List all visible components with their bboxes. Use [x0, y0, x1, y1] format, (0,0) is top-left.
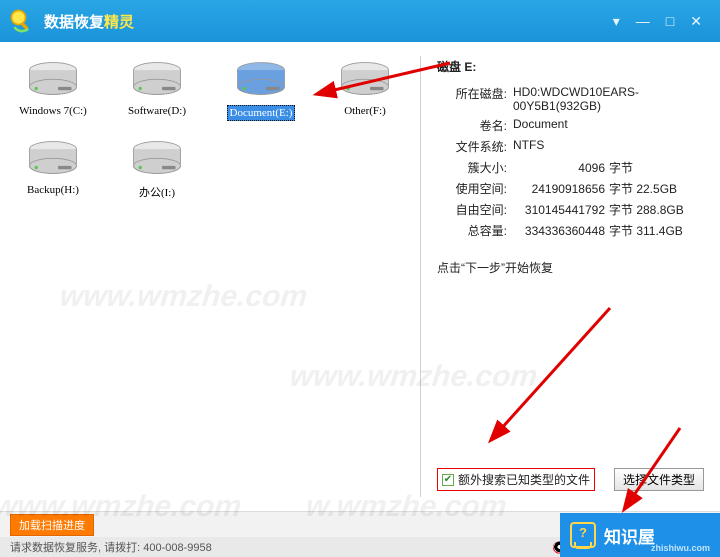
drive-icon	[25, 60, 81, 102]
close-button[interactable]: ✕	[690, 13, 702, 30]
drive-item[interactable]: Software(D:)	[118, 60, 196, 121]
total-bytes: 334336360448	[513, 224, 605, 238]
free-bytes: 310145441792	[513, 203, 605, 217]
used-hr: 字节 22.5GB	[609, 182, 677, 196]
drive-icon	[25, 139, 81, 181]
minimize-button[interactable]: —	[636, 13, 650, 30]
drive-label: Software(D:)	[128, 105, 186, 117]
cluster-unit: 字节	[609, 161, 633, 175]
used-label: 使用空间:	[449, 180, 507, 197]
total-hr: 字节 311.4GB	[609, 224, 683, 238]
hotline-text: 请求数据恢复服务, 请拨打: 400-008-9958	[10, 539, 212, 555]
app-logo-icon	[8, 7, 36, 35]
badge-subtext: zhishiwu.com	[651, 543, 710, 553]
drive-icon	[129, 139, 185, 181]
free-hr: 字节 288.8GB	[609, 203, 684, 217]
menu-button[interactable]: ▾	[613, 13, 620, 30]
app-title: 数据恢复精灵	[44, 11, 134, 32]
used-bytes: 24190918656	[513, 182, 605, 196]
title-bar: 数据恢复精灵 ▾ — □ ✕	[0, 0, 720, 42]
drive-item[interactable]: Windows 7(C:)	[14, 60, 92, 121]
drive-icon	[337, 60, 393, 102]
main-content: Windows 7(C:) Software(D:) Document(E:) …	[0, 42, 720, 511]
drive-label: Backup(H:)	[27, 184, 79, 196]
host-disk-value: HD0:WDCWD10EARS-00Y5B1(932GB)	[513, 85, 704, 113]
drive-item[interactable]: 办公(I:)	[118, 139, 196, 200]
maximize-button[interactable]: □	[666, 13, 674, 30]
drive-item[interactable]: Other(F:)	[326, 60, 404, 121]
host-disk-label: 所在磁盘:	[449, 85, 507, 113]
extra-search-label: 额外搜索已知类型的文件	[458, 471, 590, 488]
load-scan-progress-button[interactable]: 加载扫描进度	[10, 514, 94, 536]
info-pane: 磁盘 E: 所在磁盘:HD0:WDCWD10EARS-00Y5B1(932GB)…	[421, 42, 720, 511]
site-badge[interactable]: 知识屋 zhishiwu.com	[560, 513, 720, 557]
cluster-bytes: 4096	[513, 161, 605, 175]
drive-item[interactable]: Backup(H:)	[14, 139, 92, 200]
drive-label: 办公(I:)	[139, 184, 175, 200]
drive-label: Document(E:)	[227, 105, 296, 121]
volume-label: 卷名:	[449, 117, 507, 134]
free-label: 自由空间:	[449, 201, 507, 218]
badge-monitor-icon	[570, 522, 596, 548]
fs-label: 文件系统:	[449, 138, 507, 155]
window-controls: ▾ — □ ✕	[613, 13, 712, 30]
info-header: 磁盘 E:	[437, 58, 704, 75]
drive-item[interactable]: Document(E:)	[222, 60, 300, 121]
next-step-prompt: 点击“下一步”开始恢复	[437, 259, 704, 276]
drive-icon	[233, 60, 289, 102]
fs-value: NTFS	[513, 138, 704, 155]
drive-label: Other(F:)	[344, 105, 386, 117]
drive-icon	[129, 60, 185, 102]
volume-value: Document	[513, 117, 704, 134]
drive-label: Windows 7(C:)	[19, 105, 87, 117]
extra-search-checkbox[interactable]: ✔ 额外搜索已知类型的文件	[437, 468, 595, 491]
drive-list-pane: Windows 7(C:) Software(D:) Document(E:) …	[0, 42, 420, 511]
cluster-label: 簇大小:	[449, 159, 507, 176]
badge-text: 知识屋	[604, 523, 655, 548]
total-label: 总容量:	[449, 222, 507, 239]
checkmark-icon: ✔	[442, 474, 454, 486]
select-file-types-button[interactable]: 选择文件类型	[614, 468, 704, 491]
